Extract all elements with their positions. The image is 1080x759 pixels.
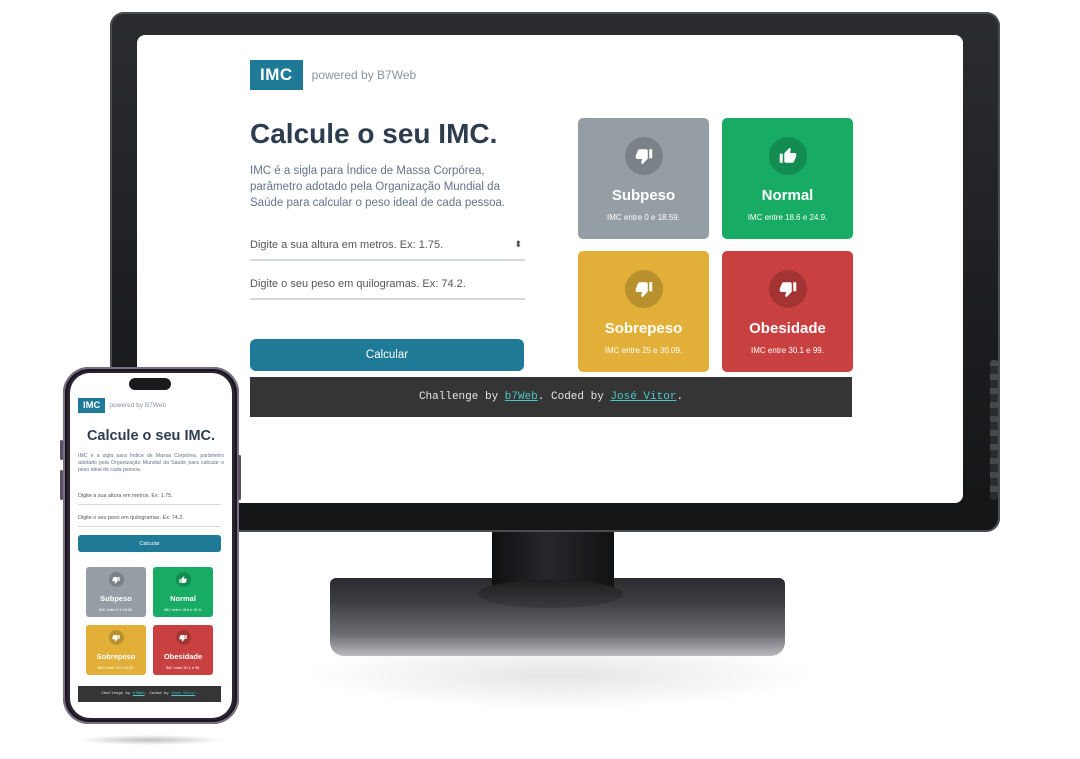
card-obesidade: Obesidade IMC entre 30.1 e 99. <box>153 625 213 675</box>
phone-notch <box>129 378 171 390</box>
footer-suffix: . <box>195 692 198 696</box>
weight-input-placeholder: Digite o seu peso em quilogramas. Ex: 74… <box>250 278 466 290</box>
brand-logo: IMC powered by B7Web <box>78 398 166 413</box>
footer-prefix: Challenge by <box>101 692 131 696</box>
thumbs-up-icon <box>175 572 191 587</box>
phone-shadow <box>75 735 225 745</box>
card-name: Obesidade <box>163 652 203 661</box>
thumbs-down-icon <box>624 270 663 308</box>
thumbs-down-icon <box>624 137 663 175</box>
footer-suffix: . <box>676 391 684 403</box>
card-normal: Normal IMC entre 18.6 e 24.9. <box>722 118 853 239</box>
weight-input[interactable]: Digite o seu peso em quilogramas. Ex: 74… <box>250 274 525 300</box>
thumbs-down-icon <box>768 270 807 308</box>
card-range: IMC entre 0 e 18.59. <box>607 213 680 222</box>
height-input[interactable]: Digite a sua altura em metros. Ex: 1.75. <box>78 493 221 505</box>
card-name: Normal <box>761 187 814 204</box>
device-mockup: IMC powered by B7Web Calcule o seu IMC. … <box>0 0 1080 759</box>
footer: Challenge by b7Web. Coded by José Vitor. <box>78 686 221 702</box>
monitor-base-joint <box>478 580 623 608</box>
phone-volume-button <box>60 440 63 460</box>
card-sobrepeso: Sobrepeso IMC entre 25 e 30.09. <box>578 251 709 372</box>
footer-b7web-link[interactable]: b7Web <box>505 391 538 403</box>
card-range: IMC entre 25 e 30.09. <box>97 666 135 670</box>
footer-author-link[interactable]: José Vitor <box>610 391 676 403</box>
calculate-button[interactable]: Calcular <box>78 535 221 552</box>
powered-by-text: powered by B7Web <box>311 68 417 82</box>
footer-prefix: Challenge by <box>418 391 499 403</box>
footer-middle: . Coded by <box>537 391 604 403</box>
phone-power-button <box>238 455 241 500</box>
mobile-screen: IMC powered by B7Web Calcule o seu IMC. … <box>70 373 232 718</box>
thumbs-down-icon <box>175 630 191 645</box>
page-title: Calcule o seu IMC. <box>250 118 498 149</box>
card-name: Subpeso <box>100 594 132 603</box>
card-normal: Normal IMC entre 18.6 e 24.9. <box>153 567 213 617</box>
card-name: Obesidade <box>749 320 826 337</box>
weight-input[interactable]: Digite o seu peso em quilogramas. Ex: 74… <box>78 515 221 527</box>
desktop-screen: IMC powered by B7Web Calcule o seu IMC. … <box>137 35 963 503</box>
card-subpeso: Subpeso IMC entre 0 e 18.59. <box>86 567 146 617</box>
logo-badge: IMC <box>250 60 303 90</box>
thumbs-down-icon <box>108 572 124 587</box>
height-input-placeholder: Digite a sua altura em metros. Ex: 1.75. <box>250 239 444 251</box>
calculate-button[interactable]: Calcular <box>250 339 524 371</box>
monitor-side-buttons <box>990 360 998 500</box>
card-range: IMC entre 0 e 18.59. <box>98 608 134 612</box>
footer-author-link[interactable]: José Vitor <box>171 692 195 696</box>
card-subpeso: Subpeso IMC entre 0 e 18.59. <box>578 118 709 239</box>
card-range: IMC entre 30.1 e 99. <box>165 666 201 670</box>
footer-b7web-link[interactable]: b7Web <box>133 692 145 696</box>
phone-volume-button <box>60 470 63 500</box>
thumbs-up-icon <box>768 137 807 175</box>
card-range: IMC entre 18.6 e 24.9. <box>164 608 202 612</box>
brand-logo: IMC powered by B7Web <box>250 60 416 90</box>
card-range: IMC entre 25 e 30.09. <box>604 346 683 355</box>
logo-badge: IMC <box>78 398 106 413</box>
card-name: Subpeso <box>611 187 676 204</box>
card-name: Normal <box>170 594 196 603</box>
card-range: IMC entre 18.6 e 24.9. <box>747 213 828 222</box>
page-description: IMC é a sigla para Índice de Massa Corpó… <box>250 165 506 209</box>
thumbs-down-icon <box>108 630 124 645</box>
footer-middle: . Coded by <box>144 692 169 696</box>
powered-by-text: powered by B7Web <box>109 402 167 409</box>
page-description: IMC é a sigla para Índice de Massa Corpó… <box>78 453 224 473</box>
card-name: Sobrepeso <box>604 320 683 337</box>
card-sobrepeso: Sobrepeso IMC entre 25 e 30.09. <box>86 625 146 675</box>
card-range: IMC entre 30.1 e 99. <box>751 346 824 355</box>
footer: Challenge by b7Web. Coded by José Vitor. <box>250 377 852 417</box>
card-obesidade: Obesidade IMC entre 30.1 e 99. <box>722 251 853 372</box>
page-title: Calcule o seu IMC. <box>86 428 216 444</box>
height-input[interactable]: Digite a sua altura em metros. Ex: 1.75.… <box>250 235 525 261</box>
card-name: Sobrepeso <box>96 652 136 661</box>
number-spinner-icon[interactable]: ⬍ <box>514 239 525 259</box>
